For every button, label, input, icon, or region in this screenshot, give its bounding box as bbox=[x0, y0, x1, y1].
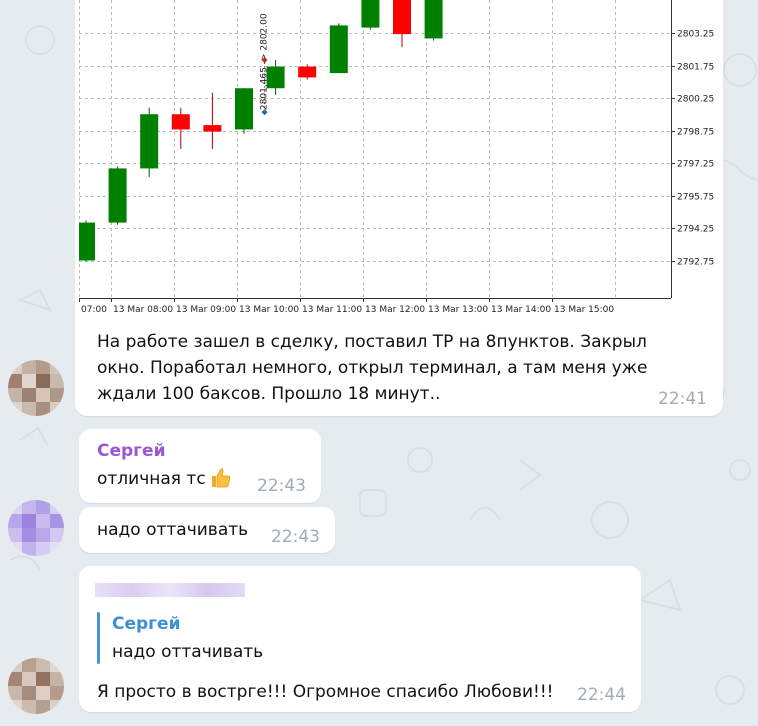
message-text: надо оттачивать bbox=[97, 520, 249, 540]
candle-body bbox=[235, 88, 253, 130]
candle-body bbox=[424, 0, 443, 39]
trade-annotation-label: 2801.465 -> 2802.00 bbox=[260, 13, 270, 110]
redacted-sender-name bbox=[95, 583, 245, 597]
avatar[interactable] bbox=[8, 658, 64, 714]
sender-name[interactable]: Сергей bbox=[97, 441, 166, 461]
x-tick-label: 13 Mar 15:00 bbox=[554, 305, 614, 315]
candle-body bbox=[140, 114, 159, 169]
message-line: На работе зашел в сделку, поставил TP на… bbox=[97, 332, 647, 352]
reply-sender-name: Сергей bbox=[112, 614, 181, 634]
candle-body bbox=[329, 25, 348, 74]
y-tick-label: 2795.75 bbox=[677, 193, 714, 203]
avatar[interactable] bbox=[8, 500, 64, 556]
x-tick-label: 13 Mar 10:00 bbox=[239, 305, 299, 315]
candle-body bbox=[108, 168, 127, 223]
message-text: На работе зашел в сделку, поставил TP на… bbox=[97, 329, 647, 407]
y-tick-label: 2794.25 bbox=[677, 225, 714, 235]
candle-body bbox=[298, 66, 317, 78]
x-tick-label: 13 Mar 09:00 bbox=[176, 305, 236, 315]
message-time: 22:44 bbox=[577, 685, 626, 705]
x-tick-label: 13 Mar 12:00 bbox=[365, 305, 425, 315]
y-tick-label: 2797.25 bbox=[677, 160, 714, 170]
x-tick-label: 13 Mar 08:00 bbox=[113, 305, 173, 315]
message-text: отличная тс bbox=[97, 469, 206, 489]
y-tick-label: 2800.25 bbox=[677, 95, 714, 105]
x-tick-label: 13 Mar 11:00 bbox=[302, 305, 362, 315]
y-tick-label: 2801.75 bbox=[677, 63, 714, 73]
y-tick-label: 2803.25 bbox=[677, 30, 714, 40]
message-line: окно. Поработал немного, открыл терминал… bbox=[97, 358, 648, 378]
message-time: 22:41 bbox=[658, 389, 707, 409]
candlestick-chart: 2803.25 2801.75 2800.25 2798.75 2797.25 2795.… bbox=[79, 0, 723, 318]
message-line: ждали 100 баксов. Прошло 18 минут.. bbox=[97, 384, 441, 404]
x-tick-label: 13 Mar 13:00 bbox=[428, 305, 488, 315]
avatar[interactable] bbox=[8, 360, 64, 416]
reply-quote-bar bbox=[97, 612, 100, 664]
reply-text: надо оттачивать bbox=[112, 642, 264, 662]
x-tick-label: 07:00 bbox=[81, 305, 107, 315]
message-time: 22:43 bbox=[271, 527, 320, 547]
candle-body bbox=[393, 0, 411, 35]
y-tick-label: 2792.75 bbox=[677, 258, 714, 268]
candle-body bbox=[203, 125, 222, 132]
candle-body bbox=[361, 0, 380, 28]
message-text: Я просто в вострге!!! Огромное спасибо Л… bbox=[97, 682, 554, 702]
thumbs-up-icon bbox=[212, 468, 231, 488]
candle-body bbox=[171, 114, 190, 130]
message-time: 22:43 bbox=[257, 476, 306, 496]
chart-svg: 2803.25 2801.75 2800.25 2798.75 2797.25 2795.… bbox=[79, 0, 714, 315]
x-tick-label: 13 Mar 14:00 bbox=[491, 305, 551, 315]
candle-body bbox=[79, 222, 95, 261]
y-tick-label: 2798.75 bbox=[677, 128, 714, 138]
